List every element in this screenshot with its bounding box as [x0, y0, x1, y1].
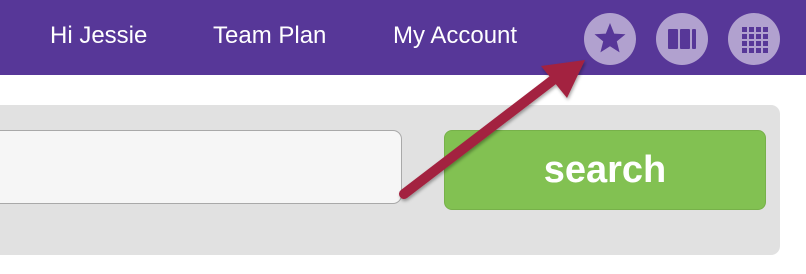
top-navigation-bar: Hi Jessie Team Plan My Account [0, 0, 806, 75]
apps-grid-button[interactable] [728, 13, 780, 65]
star-icon [594, 23, 626, 53]
team-plan-link[interactable]: Team Plan [213, 20, 326, 52]
columns-icon [668, 29, 696, 49]
my-account-link[interactable]: My Account [393, 20, 517, 52]
favorites-button[interactable] [584, 13, 636, 65]
greeting-link[interactable]: Hi Jessie [50, 20, 147, 52]
columns-view-button[interactable] [656, 13, 708, 65]
grid-icon [742, 27, 768, 53]
search-input[interactable] [0, 130, 402, 204]
search-button[interactable]: search [444, 130, 766, 210]
